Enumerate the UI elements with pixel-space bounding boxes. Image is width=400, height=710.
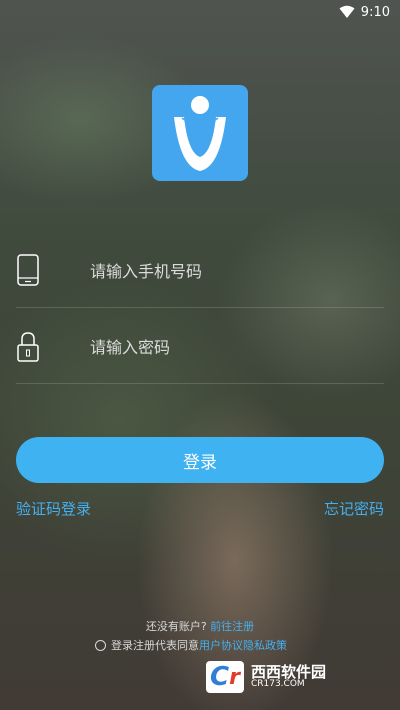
watermark-brand: 西西软件园	[250, 663, 326, 681]
login-button[interactable]: 登录	[16, 437, 384, 483]
phone-icon	[16, 253, 40, 287]
phone-field	[16, 233, 384, 309]
password-field	[16, 309, 384, 385]
forgot-password-link[interactable]: 忘记密码	[324, 498, 384, 519]
watermark-domain: CR173.COM	[250, 679, 305, 689]
wifi-icon	[339, 5, 355, 18]
watermark-logo: C r 西西软件园 CR173.COM	[206, 657, 384, 697]
policy-link[interactable]: 用户协议隐私政策	[199, 637, 287, 653]
no-account-text: 还没有账户?	[145, 620, 207, 633]
register-link[interactable]: 前往注册	[210, 620, 254, 633]
watermark-text: 西西软件园 CR173.COM	[251, 665, 326, 689]
password-input[interactable]	[88, 309, 382, 385]
phone-input[interactable]	[88, 233, 382, 309]
status-time: 9:10	[360, 4, 390, 20]
sms-login-link[interactable]: 验证码登录	[16, 498, 91, 519]
watermark-r: r	[229, 664, 240, 690]
agreement-row: 登录注册代表同意 用户协议隐私政策	[95, 637, 287, 653]
agree-text: 登录注册代表同意	[111, 639, 199, 652]
status-bar: 9:10	[0, 0, 400, 24]
watermark-c: C	[210, 662, 230, 692]
app-logo-icon	[152, 85, 248, 181]
agree-radio[interactable]	[95, 639, 106, 651]
watermark-badge: C r	[206, 661, 244, 693]
lock-icon	[16, 329, 40, 363]
register-prompt: 还没有账户? 前往注册	[0, 618, 400, 634]
